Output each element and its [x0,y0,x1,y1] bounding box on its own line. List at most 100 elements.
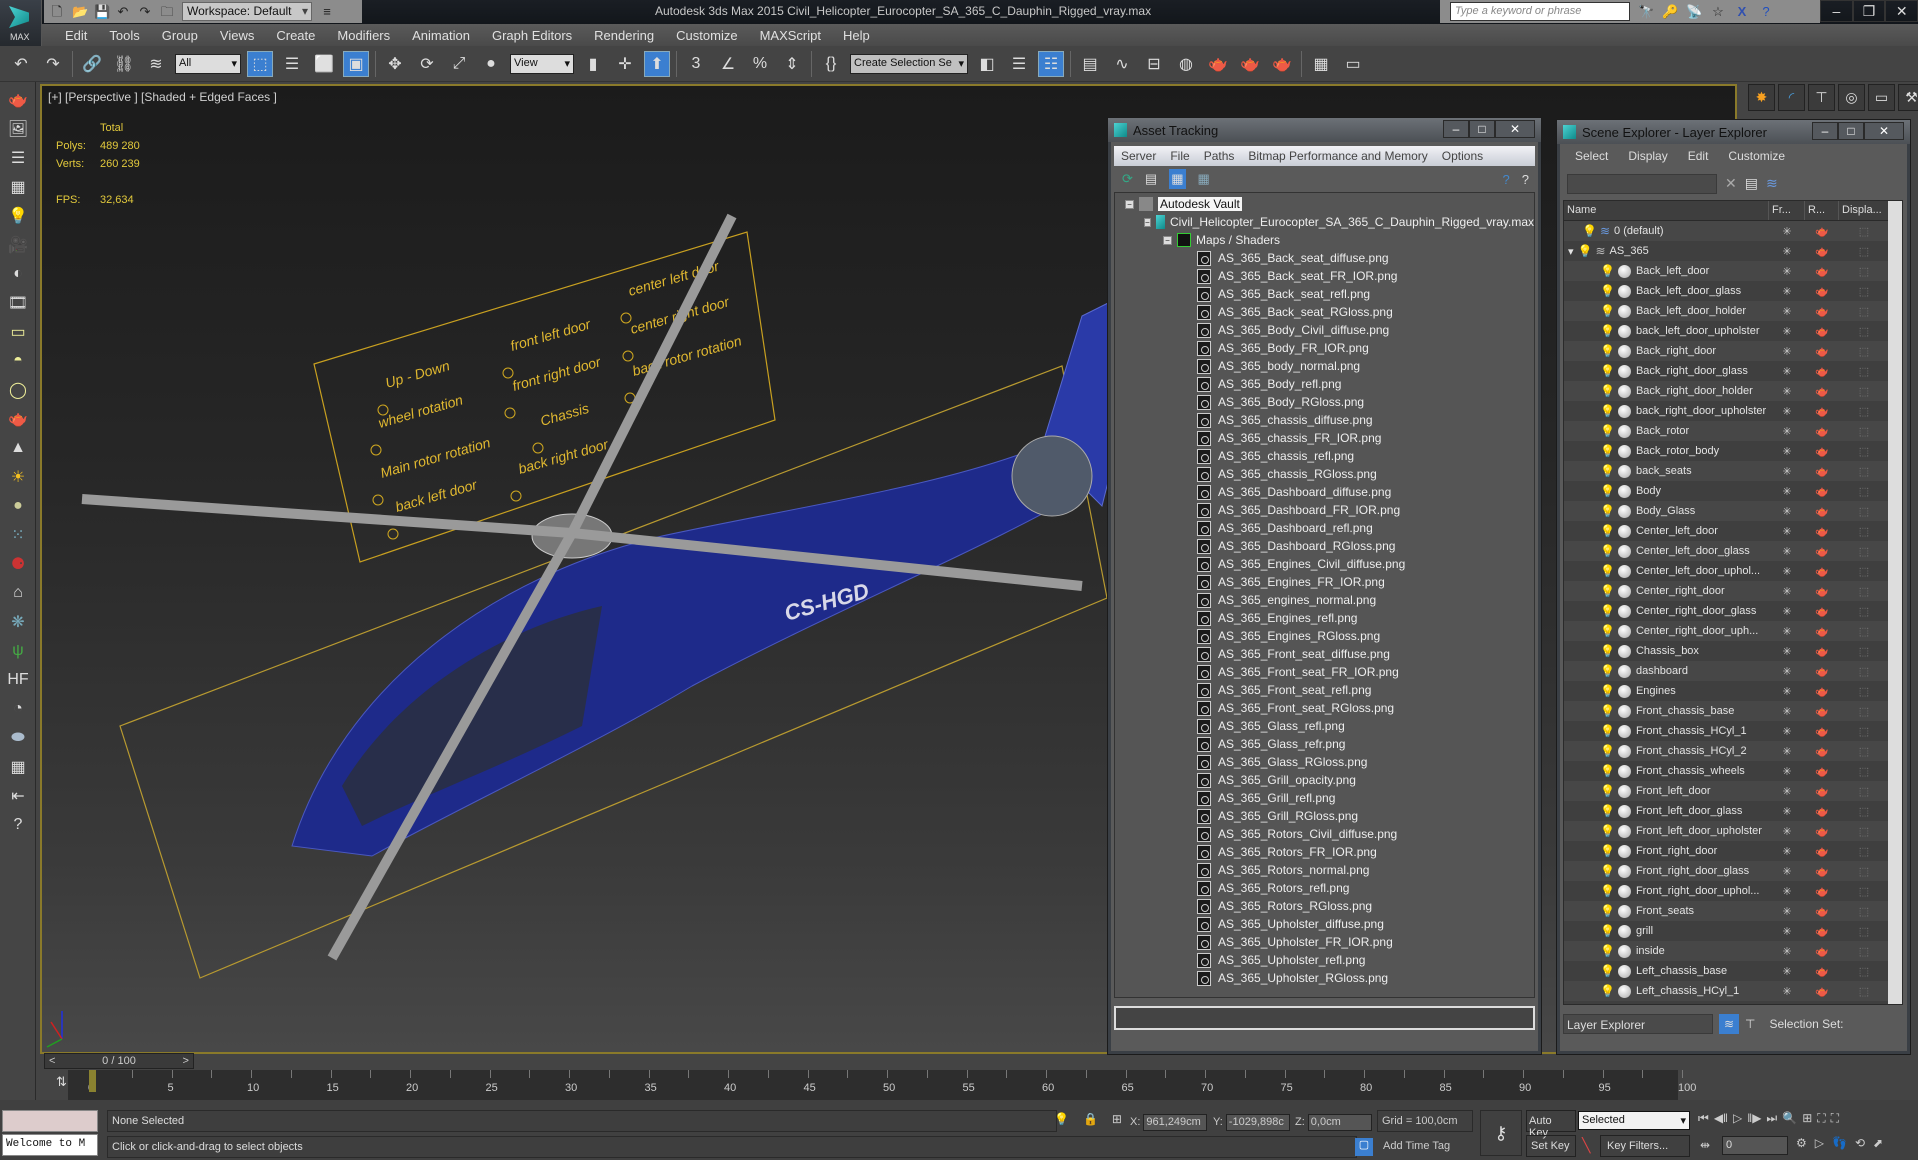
tree-view-icon[interactable]: ▦ [1169,169,1186,189]
menu-edit[interactable]: Edit [1688,149,1719,163]
tree-node-maps[interactable]: − Maps / Shaders [1115,231,1534,249]
current-frame-input[interactable]: 0 [1722,1136,1788,1155]
set-keys-key-icon[interactable]: ⚷ [1480,1110,1522,1156]
object-row[interactable]: 💡 Back_right_door_holder ✳ 🫖 ⬚ [1564,381,1902,401]
sort-by-hierarchy-icon[interactable]: ⊤ [1745,1017,1755,1031]
sort-by-layer-icon[interactable]: ≋ [1719,1014,1739,1034]
bind-spacewarp-icon[interactable]: ≋ [143,51,169,77]
rig-slider-handle[interactable] [387,528,399,540]
minimize-button[interactable]: – [1820,0,1853,22]
asset-item[interactable]: AS_365_Engines_refl.png [1115,609,1534,627]
workspace-dropdown[interactable]: Workspace: Default [182,2,312,21]
help-icon[interactable]: ? [1758,4,1774,19]
isolate-icon[interactable]: 💡 [1054,1112,1069,1126]
tree-node-maxfile[interactable]: − Civil_Helicopter_Eurocopter_SA_365_C_D… [1115,213,1534,231]
hide-toggle-icon[interactable]: 💡 [1600,484,1615,498]
object-row[interactable]: 💡 Engines ✳ 🫖 ⬚ [1564,681,1902,701]
percent-snap-icon[interactable]: % [747,51,773,77]
asset-item[interactable]: AS_365_chassis_RGloss.png [1115,465,1534,483]
column-name[interactable]: Name [1564,201,1769,220]
renderable-teapot-icon[interactable]: 🫖 [1805,345,1839,358]
sun-icon[interactable]: ☀ [5,466,31,488]
render-window-icon[interactable]: 🖼 [5,118,31,140]
renderable-teapot-icon[interactable]: 🫖 [1805,525,1839,538]
object-row[interactable]: 💡 Back_left_door_glass ✳ 🫖 ⬚ [1564,281,1902,301]
display-box-icon[interactable]: ⬚ [1839,325,1889,338]
freeze-icon[interactable]: ✳ [1769,345,1805,358]
layer-manager-icon[interactable]: ☷ [1038,50,1064,77]
hide-toggle-icon[interactable]: 💡 [1600,1004,1615,1005]
object-row[interactable]: 💡 Body ✳ 🫖 ⬚ [1564,481,1902,501]
renderable-teapot-icon[interactable]: 🫖 [1805,965,1839,978]
angle-snap-icon[interactable]: ∠ [715,51,741,77]
renderable-teapot-icon[interactable]: 🫖 [1805,485,1839,498]
renderable-teapot-icon[interactable]: 🫖 [1805,385,1839,398]
rig-control-label[interactable]: back right door [516,436,611,477]
display-box-icon[interactable]: ⬚ [1839,305,1889,318]
renderable-teapot-icon[interactable]: 🫖 [1805,325,1839,338]
menu-customize[interactable]: Customize [665,28,748,43]
hide-toggle-icon[interactable]: 💡 [1600,924,1615,938]
asset-item[interactable]: AS_365_Glass_refl.png [1115,717,1534,735]
object-row[interactable]: 💡 Front_chassis_base ✳ 🫖 ⬚ [1564,701,1902,721]
molecule-icon[interactable]: ⚈ [5,553,31,575]
object-row[interactable]: 💡 grill ✳ 🫖 ⬚ [1564,921,1902,941]
freeze-icon[interactable]: ✳ [1769,1005,1805,1006]
menu-select[interactable]: Select [1575,149,1618,163]
schematic-view-icon[interactable]: ⊟ [1141,51,1167,77]
display-box-icon[interactable]: ⬚ [1839,265,1889,278]
plane-light-icon[interactable]: ▭ [5,321,31,343]
menu-edit[interactable]: Edit [54,28,98,43]
reference-coord-dropdown[interactable]: View [510,53,574,74]
proxy-icon[interactable]: ⌂ [5,582,31,604]
display-box-icon[interactable]: ⬚ [1839,225,1889,238]
renderable-teapot-icon[interactable]: 🫖 [1805,405,1839,418]
freeze-icon[interactable]: ✳ [1769,665,1805,678]
find-input[interactable] [1567,174,1717,194]
app-menu-button[interactable]: MAX [0,0,42,46]
freeze-icon[interactable]: ✳ [1769,965,1805,978]
display-box-icon[interactable]: ⬚ [1839,525,1889,538]
display-box-icon[interactable]: ⬚ [1839,285,1889,298]
hair-fur-icon[interactable]: HF [5,669,31,691]
freeze-icon[interactable]: ✳ [1769,585,1805,598]
key-filters-button[interactable]: Key Filters... [1600,1135,1690,1157]
menu-bitmap-performance-and-memory[interactable]: Bitmap Performance and Memory [1241,149,1434,163]
asset-item[interactable]: AS_365_Back_seat_FR_IOR.png [1115,267,1534,285]
freeze-icon[interactable]: ✳ [1769,745,1805,758]
hierarchy-tab-icon[interactable]: ⊤ [1808,84,1835,111]
freeze-icon[interactable]: ✳ [1769,425,1805,438]
object-row[interactable]: 💡 Body_Glass ✳ 🫖 ⬚ [1564,501,1902,521]
display-box-icon[interactable]: ⬚ [1839,465,1889,478]
display-box-icon[interactable]: ⬚ [1839,985,1889,998]
collapse-icon[interactable]: − [1125,199,1134,209]
goto-end-icon[interactable]: ⏭ [1766,1111,1777,1126]
list-panel-icon[interactable]: ☰ [5,147,31,169]
freeze-icon[interactable]: ✳ [1769,885,1805,898]
hide-toggle-icon[interactable]: 💡 [1600,644,1615,658]
renderable-teapot-icon[interactable]: 🫖 [1805,645,1839,658]
object-row[interactable]: 💡 back_seats ✳ 🫖 ⬚ [1564,461,1902,481]
asset-item[interactable]: AS_365_Grill_opacity.png [1115,771,1534,789]
object-row[interactable]: 💡 dashboard ✳ 🫖 ⬚ [1564,661,1902,681]
link-icon[interactable]: 🔗 [79,51,105,77]
freeze-icon[interactable]: ✳ [1769,685,1805,698]
menu-modifiers[interactable]: Modifiers [326,28,401,43]
menu-animation[interactable]: Animation [401,28,481,43]
maximize-viewport-icon[interactable]: ⬈ [1873,1136,1883,1150]
column-render[interactable]: R... [1805,201,1839,220]
display-box-icon[interactable]: ⬚ [1839,385,1889,398]
add-to-layer-icon[interactable]: ▤ [1745,175,1758,192]
hide-toggle-icon[interactable]: 💡 [1600,744,1615,758]
select-by-name-icon[interactable]: ☰ [279,51,305,77]
object-row[interactable]: 💡 Back_left_door ✳ 🫖 ⬚ [1564,261,1902,281]
display-box-icon[interactable]: ⬚ [1839,645,1889,658]
camera-target-icon[interactable]: ◐ [5,263,31,285]
hide-toggle-icon[interactable]: 💡 [1600,704,1615,718]
unlink-icon[interactable]: ⛓ [111,51,137,77]
object-row[interactable]: 💡 Center_right_door ✳ 🫖 ⬚ [1564,581,1902,601]
select-manipulate-icon[interactable]: ✛ [612,51,638,77]
freeze-icon[interactable]: ✳ [1769,225,1805,238]
time-config-icon[interactable]: ⚙ [1796,1136,1807,1150]
object-row[interactable]: 💡 Front_seats ✳ 🫖 ⬚ [1564,901,1902,921]
